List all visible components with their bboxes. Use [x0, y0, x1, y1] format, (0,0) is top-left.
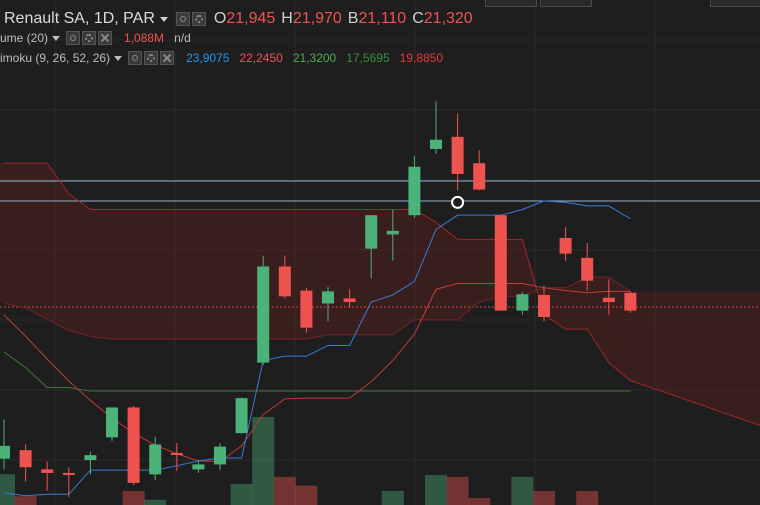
ichimoku-base-value: 22,2450 [239, 51, 283, 65]
high-value: 21,970 [292, 10, 342, 27]
volume-bar [144, 499, 167, 505]
candle-body [214, 446, 226, 465]
toolbar-box[interactable] [540, 0, 592, 7]
volume-bar [576, 490, 599, 505]
volume-bar [511, 476, 534, 505]
candle-body [62, 472, 75, 475]
ichimoku-conversion-value: 23,9075 [186, 51, 230, 65]
symbol-title[interactable]: Renault SA, 1D, PAR [4, 10, 155, 28]
volume-bar [252, 417, 275, 505]
high-label: H [281, 10, 293, 27]
eye-icon[interactable] [66, 31, 81, 45]
chevron-down-icon[interactable] [114, 55, 123, 61]
volume-value: 1,088M [124, 31, 165, 45]
close-value: 21,320 [423, 10, 473, 27]
chevron-down-icon[interactable] [52, 35, 61, 41]
volume-label[interactable]: ume (20) [0, 31, 48, 45]
ichimoku-lagging-value: 21,3200 [292, 51, 337, 65]
close-icon[interactable] [160, 51, 175, 65]
volume-bar [14, 496, 37, 505]
chart-area[interactable]: Renault SA, 1D, PAR O 21,945 H 21,970 B … [0, 0, 760, 505]
volume-bar [230, 483, 253, 505]
volume-bar [0, 474, 15, 505]
toolbar-box[interactable] [710, 0, 760, 7]
candle-body [278, 266, 291, 297]
candle-body [386, 230, 399, 235]
low-label: B [347, 10, 359, 27]
candle-body [300, 290, 313, 328]
candle-body [257, 266, 270, 363]
candle-body [451, 136, 464, 174]
volume-legend: ume (20) 1,088M n/d [0, 30, 191, 46]
candle-body [365, 215, 378, 249]
candle-body [84, 455, 97, 461]
volume-bar [273, 476, 296, 505]
candle-body [602, 297, 615, 303]
candle-body [538, 294, 550, 318]
volume-bar [122, 490, 145, 505]
ichimoku-span-a-value: 17,5695 [346, 51, 390, 65]
ichimoku-lagging-line [3, 351, 631, 392]
ichimoku-span-b-value: 19,8850 [399, 51, 444, 65]
candle-body [322, 291, 334, 304]
candle-body [127, 407, 140, 483]
candle-body [581, 257, 594, 281]
gear-icon[interactable] [82, 31, 97, 45]
volume-bar [468, 497, 491, 505]
candle-body [430, 139, 442, 149]
volume-bar [533, 490, 555, 505]
ichimoku-legend: imoku (9, 26, 52, 26) 23,9075 22,2450 21… [0, 50, 443, 66]
low-value: 21,110 [358, 10, 407, 27]
chevron-down-icon[interactable] [159, 16, 168, 22]
ichimoku-label[interactable]: imoku (9, 26, 52, 26) [0, 51, 110, 65]
price-chart[interactable] [0, 0, 760, 505]
close-icon[interactable] [98, 31, 113, 45]
candle-body [624, 292, 637, 311]
candle-body [494, 215, 507, 311]
candle-body [192, 464, 205, 470]
candle-body [516, 294, 529, 311]
volume-na: n/d [174, 31, 191, 45]
toolbar-box[interactable] [485, 0, 537, 7]
gear-icon[interactable] [144, 51, 159, 65]
candle-body [0, 445, 10, 459]
candle-body [149, 444, 162, 475]
candle-body [41, 469, 54, 473]
crosshair-marker [451, 195, 465, 209]
close-label: C [412, 10, 424, 27]
candle-body [559, 237, 572, 254]
eye-icon[interactable] [175, 12, 190, 26]
candle-body [106, 407, 118, 438]
candle-body [408, 166, 421, 216]
volume-bar [425, 475, 447, 505]
candle-body [473, 163, 486, 190]
open-label: O [213, 10, 227, 27]
main-legend: Renault SA, 1D, PAR O 21,945 H 21,970 B … [0, 8, 473, 30]
candle-body [343, 298, 356, 303]
candle-body [170, 453, 183, 456]
volume-bar [381, 490, 404, 505]
open-value: 21,945 [226, 10, 276, 27]
gear-icon[interactable] [191, 12, 206, 26]
candle-body [19, 450, 32, 468]
candle-body [235, 398, 248, 434]
volume-bar [295, 485, 318, 505]
volume-bar [446, 476, 469, 505]
eye-icon[interactable] [128, 51, 143, 65]
